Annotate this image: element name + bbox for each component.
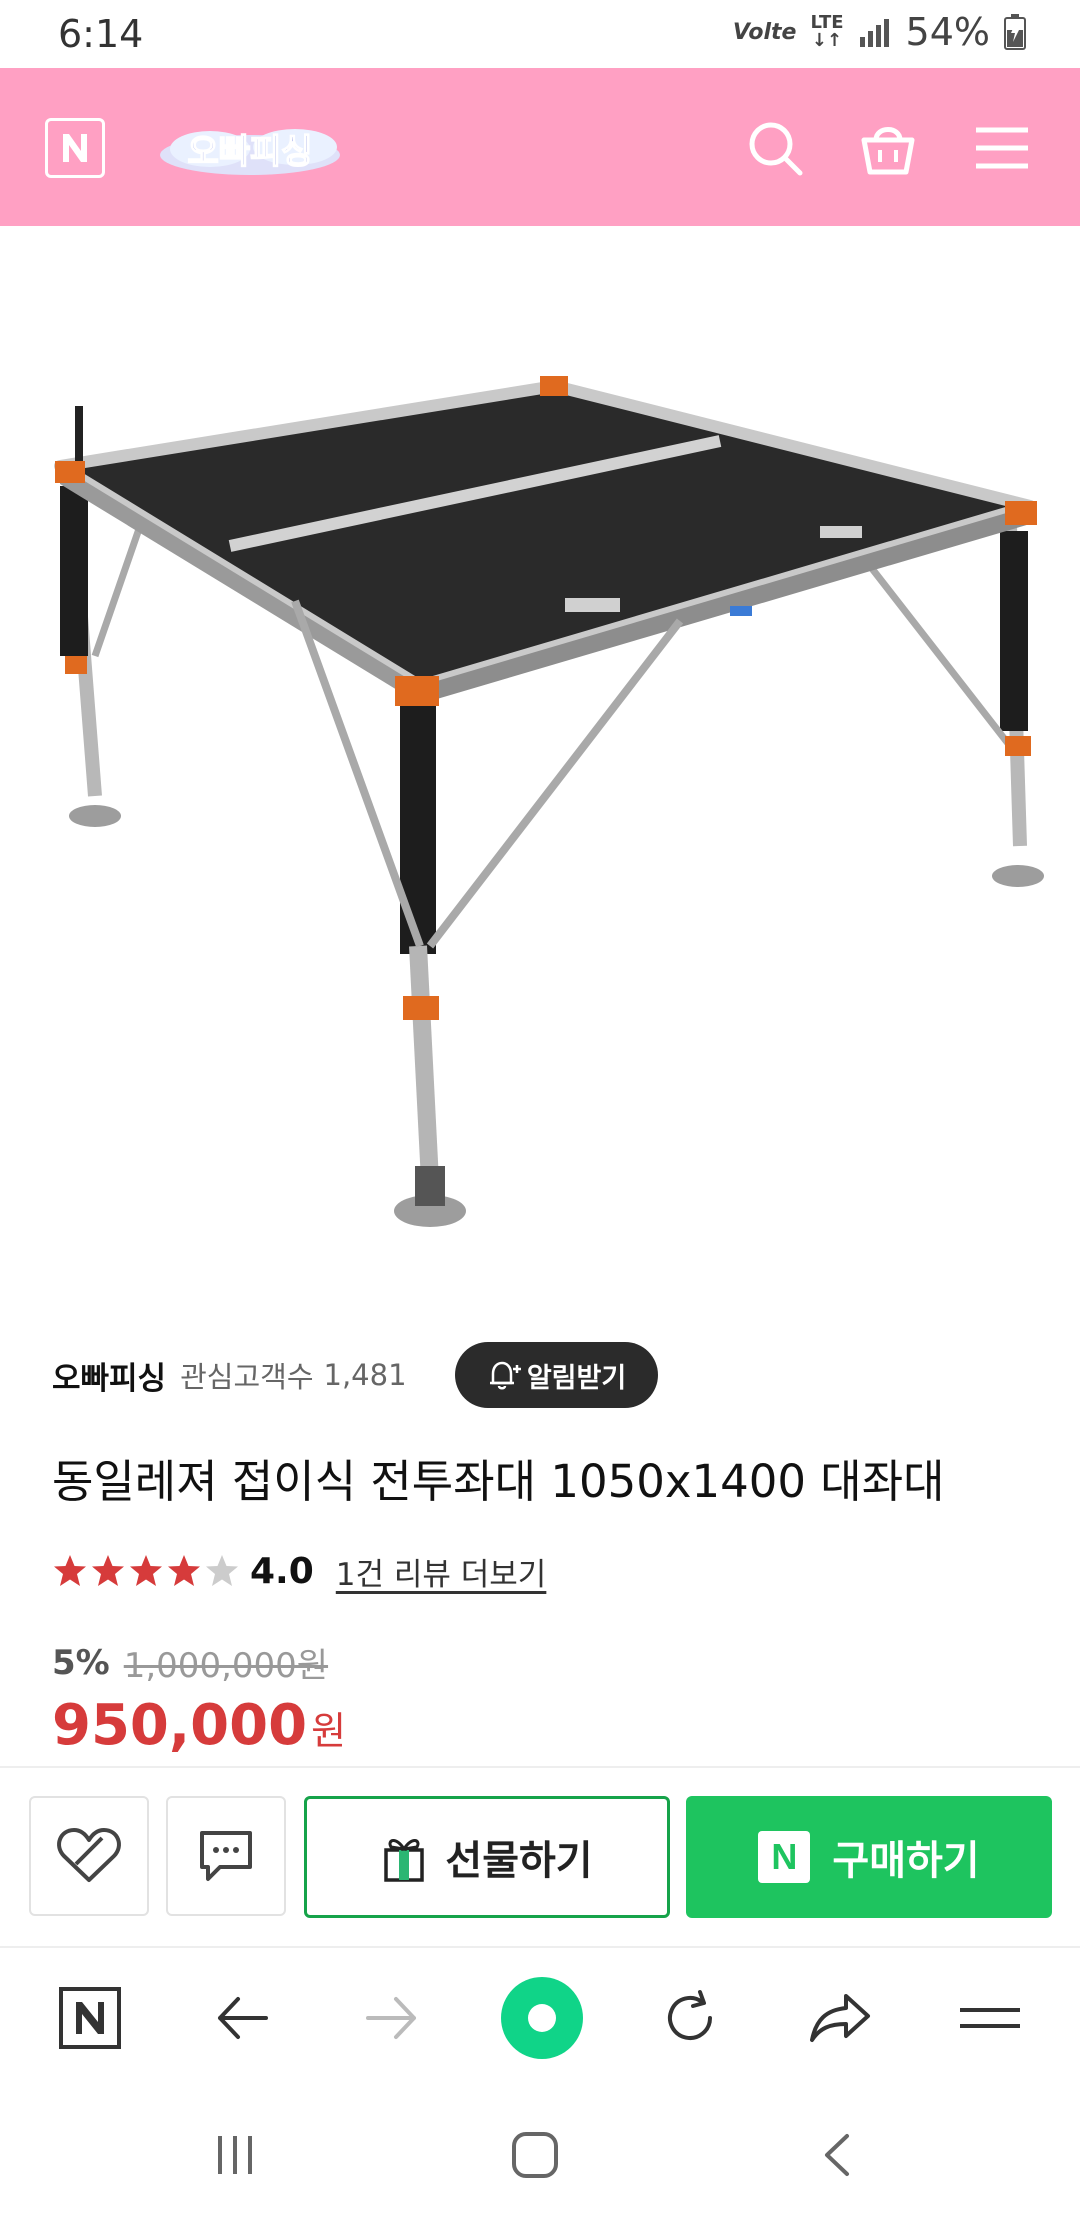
wishlist-button[interactable] — [29, 1796, 149, 1916]
gift-icon — [384, 1839, 425, 1882]
refresh-button[interactable] — [650, 1978, 730, 2058]
hamburger-menu-icon — [976, 127, 1028, 169]
chevron-left-icon — [825, 2134, 849, 2176]
sale-price: 950,000 — [52, 1693, 308, 1758]
interest-label: 관심고객수 — [180, 1360, 314, 1394]
review-more-link[interactable]: 1건 리뷰 더보기 — [336, 1549, 547, 1594]
interest-count: 1,481 — [323, 1358, 407, 1392]
rating-stars — [52, 1553, 240, 1589]
browser-menu-button[interactable] — [950, 1978, 1030, 2058]
battery-percent: 54% — [905, 10, 990, 54]
recent-apps-icon — [218, 2136, 252, 2174]
home-square-icon — [512, 2132, 558, 2178]
discount-row: 5% 1,000,000원 — [52, 1638, 328, 1687]
folding-platform-illustration — [54, 376, 1044, 1227]
store-logo[interactable]: 오빠피싱 — [155, 113, 345, 183]
store-name[interactable]: 오빠피싱 — [52, 1353, 166, 1398]
alarm-subscribe-button[interactable]: 알림받기 — [455, 1342, 658, 1408]
share-arrow-icon — [810, 1994, 870, 2042]
refresh-icon — [668, 1990, 712, 2040]
green-dot-button[interactable] — [500, 1976, 584, 2060]
store-header: 오빠피싱 — [0, 68, 1080, 226]
rating-row: 4.0 1건 리뷰 더보기 — [52, 1543, 546, 1599]
product-image[interactable] — [0, 226, 1080, 1286]
product-title: 동일레져 접이식 전투좌대 1050x1400 대좌대 — [52, 1455, 945, 1508]
forward-button[interactable] — [352, 1978, 432, 2058]
status-icons: Volte LTE ↓↑ 54% — [733, 10, 1026, 54]
heart-icon — [57, 1828, 121, 1882]
system-back-button[interactable] — [798, 2120, 878, 2190]
status-time: 6:14 — [58, 12, 144, 56]
star-filled-icon — [130, 1555, 162, 1586]
arrow-left-icon — [218, 1997, 268, 2039]
lte-indicator: LTE ↓↑ — [810, 12, 844, 51]
naver-pay-n-icon: N — [758, 1831, 811, 1883]
talk-button[interactable] — [166, 1796, 286, 1916]
browser-home-button[interactable] — [50, 1978, 130, 2058]
svg-text:오빠피싱: 오빠피싱 — [187, 132, 312, 172]
browser-toolbar — [0, 1946, 1080, 2088]
star-filled-icon — [92, 1555, 124, 1586]
buy-label: 구매하기 — [832, 1838, 980, 1884]
search-button[interactable] — [745, 118, 805, 178]
store-info-row: 오빠피싱 관심고객수 1,481 — [52, 1340, 407, 1410]
battery-icon — [1004, 14, 1026, 50]
naver-home-button[interactable] — [45, 118, 105, 178]
green-dot-icon — [501, 1977, 583, 2059]
purchase-bar: 선물하기 N 구매하기 — [0, 1766, 1080, 1948]
cart-button[interactable] — [858, 118, 918, 178]
system-navigation-bar — [0, 2086, 1080, 2220]
home-button[interactable] — [495, 2120, 575, 2190]
menu-button[interactable] — [972, 118, 1032, 178]
price-unit: 원 — [311, 1709, 347, 1753]
alarm-label: 알림받기 — [526, 1362, 627, 1394]
status-bar: 6:14 Volte LTE ↓↑ 54% — [0, 0, 1080, 68]
gift-button[interactable]: 선물하기 — [304, 1796, 670, 1918]
rating-value: 4.0 — [250, 1550, 314, 1592]
back-button[interactable] — [202, 1978, 282, 2058]
recent-apps-button[interactable] — [195, 2120, 275, 2190]
two-line-menu-icon — [960, 2008, 1020, 2028]
share-button[interactable] — [800, 1978, 880, 2058]
arrow-right-icon — [366, 1997, 416, 2039]
naver-n-box-icon — [59, 1987, 121, 2049]
buy-button[interactable]: N 구매하기 — [686, 1796, 1052, 1918]
star-filled-icon — [54, 1555, 86, 1586]
signal-icon — [859, 19, 889, 47]
gift-label: 선물하기 — [445, 1838, 593, 1884]
star-filled-icon — [168, 1555, 200, 1586]
price-row: 950,000 원 — [52, 1693, 346, 1758]
discount-rate: 5% — [52, 1642, 110, 1683]
search-icon — [749, 122, 803, 176]
bell-plus-icon — [489, 1361, 521, 1390]
original-price: 1,000,000원 — [123, 1646, 329, 1686]
star-empty-icon — [206, 1555, 238, 1586]
shopping-bag-icon — [861, 127, 915, 175]
chat-bubble-icon — [200, 1831, 252, 1881]
naver-n-icon — [63, 134, 87, 162]
volte-indicator: Volte — [732, 19, 797, 45]
